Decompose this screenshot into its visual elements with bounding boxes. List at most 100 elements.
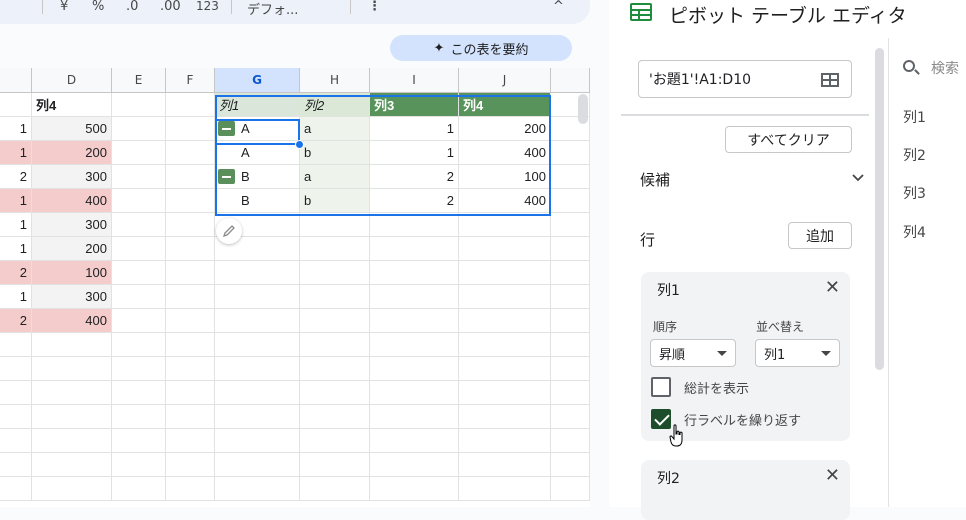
grid-cell[interactable] xyxy=(166,285,215,309)
source-value-cell[interactable]: 100 xyxy=(32,261,112,285)
source-value-cell[interactable]: 300 xyxy=(32,213,112,237)
grid-cell[interactable] xyxy=(166,117,215,141)
show-totals-checkbox[interactable] xyxy=(651,377,671,397)
grid-cell[interactable] xyxy=(300,429,370,453)
pivot-cell[interactable]: a xyxy=(300,117,370,141)
grid-cell[interactable] xyxy=(551,429,590,453)
grid-cell[interactable] xyxy=(300,237,370,261)
grid-cell[interactable] xyxy=(459,381,551,405)
pivot-row-label-cell[interactable]: B xyxy=(215,189,300,213)
grid-cell[interactable] xyxy=(112,477,166,501)
field-item-3[interactable]: 列3 xyxy=(903,183,926,203)
grid-cell[interactable] xyxy=(215,309,300,333)
grid-cell[interactable] xyxy=(459,237,551,261)
pivot-header-cell[interactable]: 列3 xyxy=(370,93,459,117)
pivot-row-label-cell[interactable]: B xyxy=(215,165,300,189)
percent-button[interactable]: % xyxy=(92,0,104,14)
source-value-cell[interactable]: 200 xyxy=(32,237,112,261)
field-item-2[interactable]: 列2 xyxy=(903,145,926,165)
grid-cell[interactable] xyxy=(0,333,32,357)
grid-cell[interactable] xyxy=(32,477,112,501)
grid-cell[interactable] xyxy=(112,261,166,285)
grid-cell[interactable] xyxy=(551,189,590,213)
grid-cell[interactable] xyxy=(166,309,215,333)
grid-cell[interactable] xyxy=(166,405,215,429)
grid-cell[interactable] xyxy=(112,93,166,117)
grid-cell[interactable] xyxy=(551,333,590,357)
grid-cell[interactable] xyxy=(459,213,551,237)
grid-cell[interactable] xyxy=(551,477,590,501)
grid-cell[interactable] xyxy=(459,357,551,381)
grid-cell[interactable] xyxy=(215,261,300,285)
pivot-value-cell[interactable]: 400 xyxy=(459,189,551,213)
grid-cell[interactable] xyxy=(0,453,32,477)
currency-yen-button[interactable]: ¥ xyxy=(60,0,68,14)
summarize-table-button[interactable]: ✦ この表を要約 xyxy=(390,35,572,61)
grid-cell[interactable] xyxy=(112,189,166,213)
pivot-cell[interactable]: a xyxy=(300,165,370,189)
pivot-value-cell[interactable]: 200 xyxy=(459,117,551,141)
grid-cell[interactable] xyxy=(0,93,32,117)
collapse-group-icon[interactable] xyxy=(218,169,235,184)
source-cell[interactable]: 1 xyxy=(0,237,32,261)
source-value-cell[interactable]: 300 xyxy=(32,165,112,189)
grid-cell[interactable] xyxy=(0,429,32,453)
grid-cell[interactable] xyxy=(166,189,215,213)
source-cell[interactable]: 1 xyxy=(0,141,32,165)
grid-cell[interactable] xyxy=(112,357,166,381)
data-range-input[interactable]: 'お題1'!A1:D10 xyxy=(638,60,852,98)
grid-cell[interactable] xyxy=(370,309,459,333)
grid-cell[interactable] xyxy=(459,477,551,501)
grid-cell[interactable] xyxy=(166,93,215,117)
pivot-value-cell[interactable]: 400 xyxy=(459,141,551,165)
grid-cell[interactable] xyxy=(370,237,459,261)
field-item-4[interactable]: 列4 xyxy=(903,222,926,242)
column-header-e[interactable]: E xyxy=(112,68,166,93)
grid-cell[interactable] xyxy=(32,429,112,453)
source-value-cell[interactable]: 300 xyxy=(32,285,112,309)
source-cell[interactable]: 1 xyxy=(0,189,32,213)
column-header-j[interactable]: J xyxy=(459,68,551,93)
clear-all-button[interactable]: すべてクリア xyxy=(725,126,852,153)
grid-cell[interactable] xyxy=(215,381,300,405)
grid-cell[interactable] xyxy=(370,213,459,237)
more-options-icon[interactable]: ⋮ xyxy=(368,0,381,14)
grid-cell[interactable] xyxy=(112,309,166,333)
grid-cell[interactable] xyxy=(112,333,166,357)
source-cell[interactable]: 2 xyxy=(0,165,32,189)
grid-cell[interactable] xyxy=(459,405,551,429)
pivot-cell[interactable]: b xyxy=(300,141,370,165)
grid-cell[interactable] xyxy=(112,117,166,141)
grid-cell[interactable] xyxy=(112,165,166,189)
grid-cell[interactable] xyxy=(112,237,166,261)
grid-cell[interactable] xyxy=(166,261,215,285)
grid-cell[interactable] xyxy=(459,309,551,333)
pivot-value-cell[interactable]: 100 xyxy=(459,165,551,189)
collapse-toolbar-icon[interactable]: ^ xyxy=(553,0,564,14)
grid-cell[interactable] xyxy=(112,213,166,237)
grid-cell[interactable] xyxy=(551,285,590,309)
grid-cell[interactable] xyxy=(370,381,459,405)
pivot-cell[interactable]: 1 xyxy=(370,117,459,141)
select-range-icon[interactable] xyxy=(821,73,839,87)
grid-cell[interactable] xyxy=(166,141,215,165)
grid-cell[interactable] xyxy=(112,285,166,309)
grid-cell[interactable] xyxy=(32,357,112,381)
order-select[interactable]: 昇順 xyxy=(650,339,736,367)
grid-cell[interactable] xyxy=(112,429,166,453)
suggestions-label[interactable]: 候補 xyxy=(640,169,670,190)
grid-cell[interactable] xyxy=(166,453,215,477)
grid-cell[interactable] xyxy=(551,237,590,261)
grid-cell[interactable] xyxy=(370,285,459,309)
source-cell[interactable]: 2 xyxy=(0,309,32,333)
column-header-g[interactable]: G xyxy=(215,68,300,93)
grid-cell[interactable] xyxy=(166,477,215,501)
grid-cell[interactable] xyxy=(300,261,370,285)
grid-cell[interactable] xyxy=(32,333,112,357)
grid-cell[interactable] xyxy=(300,381,370,405)
grid-cell[interactable] xyxy=(370,453,459,477)
source-value-cell[interactable]: 400 xyxy=(32,309,112,333)
grid-cell[interactable] xyxy=(0,477,32,501)
grid-cell[interactable] xyxy=(166,237,215,261)
grid-cell[interactable] xyxy=(551,381,590,405)
